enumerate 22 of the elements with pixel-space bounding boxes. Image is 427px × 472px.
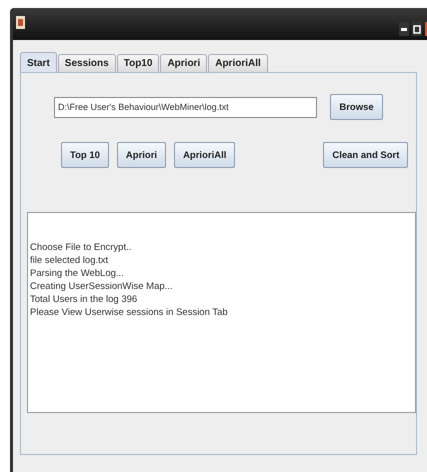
file-path-field[interactable]: D:\Free User's Behaviour\WebMiner\log.txt — [54, 96, 317, 118]
action-button[interactable]: Apriori — [116, 142, 166, 168]
tab[interactable]: Start — [20, 52, 57, 72]
log-line: Choose File to Encrypt.. — [30, 241, 132, 254]
log-line: Creating UserSessionWise Map... — [30, 280, 174, 293]
maximize-icon — [413, 24, 421, 34]
maximize-button[interactable] — [412, 22, 422, 36]
clean-and-sort-button[interactable]: Clean and Sort — [323, 142, 408, 168]
log-line: Please View Userwise sessions in Session Tab — [30, 306, 229, 319]
action-button[interactable]: AprioriAll — [174, 142, 236, 168]
log-line: Total Users in the log 396 — [30, 293, 138, 306]
log-line: file selected log.txt — [30, 254, 110, 267]
java-cup-icon — [16, 16, 25, 28]
tab[interactable]: Apriori — [160, 54, 208, 72]
minimize-button[interactable] — [399, 22, 409, 36]
tab[interactable]: AprioriAll — [208, 54, 268, 72]
tab[interactable]: Sessions — [58, 54, 116, 72]
action-button[interactable]: Top 10 — [61, 142, 109, 168]
browse-button[interactable]: Browse — [330, 94, 383, 120]
minimize-icon — [401, 28, 407, 30]
log-line: Parsing the WebLog... — [30, 267, 125, 280]
tab[interactable]: Top10 — [116, 54, 160, 72]
